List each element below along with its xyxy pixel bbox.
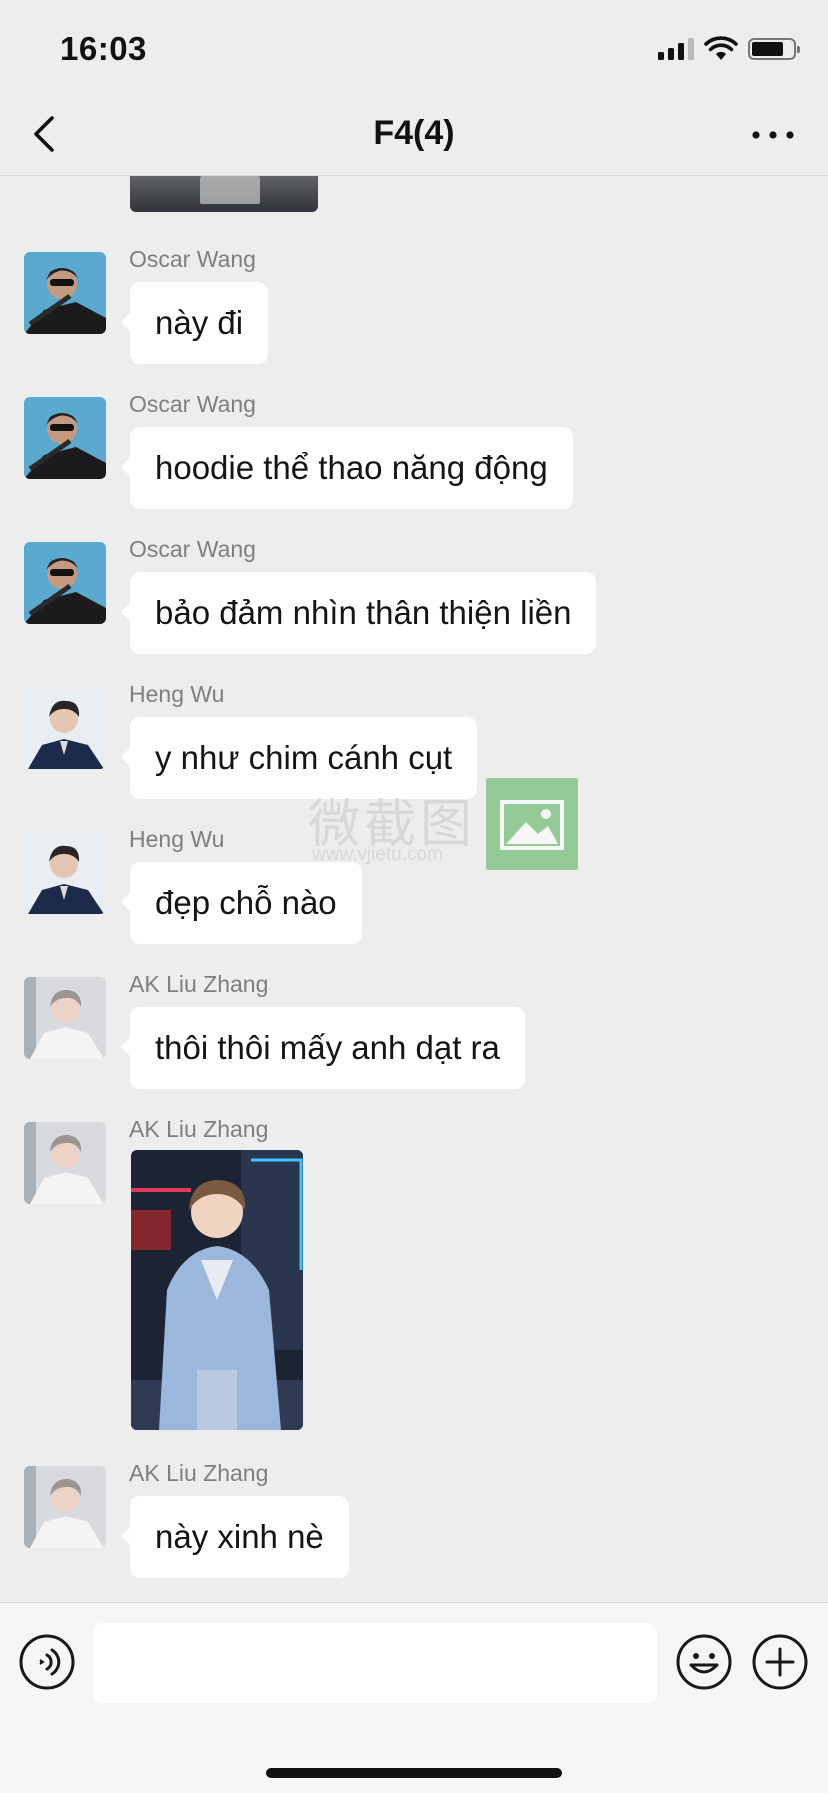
chat-title: F4(4) [373, 114, 455, 152]
message-input[interactable] [94, 1623, 657, 1703]
status-time: 16:03 [60, 30, 147, 67]
avatar[interactable] [24, 1122, 106, 1204]
status-bar: 16:03 [0, 0, 828, 100]
status-icons [658, 36, 800, 62]
message-bubble[interactable]: này đi [120, 282, 269, 364]
avatar[interactable] [24, 542, 106, 624]
image-message[interactable] [131, 1150, 303, 1430]
message-bubble[interactable]: này xinh nè [121, 1496, 349, 1578]
previous-image-message[interactable] [130, 176, 318, 212]
sender-name: AK Liu Zhang [129, 1460, 269, 1486]
avatar[interactable] [24, 1466, 106, 1548]
sender-name: Oscar Wang [129, 391, 256, 417]
signal-icon [658, 38, 694, 60]
message-bubble[interactable]: bảo đảm nhìn thân thiện liền [120, 572, 597, 654]
sender-name: Heng Wu [129, 681, 225, 707]
avatar[interactable] [24, 977, 106, 1059]
message-bubble[interactable]: hoodie thể thao năng động [121, 427, 573, 509]
emoji-icon[interactable] [675, 1633, 733, 1691]
sender-name: AK Liu Zhang [129, 971, 269, 997]
home-indicator [266, 1768, 562, 1778]
sender-name: Heng Wu [129, 826, 225, 852]
message-list[interactable]: Oscar Wang này đi Oscar Wang hoodie thể … [0, 176, 828, 1602]
voice-icon[interactable] [18, 1633, 76, 1691]
sender-name: Oscar Wang [129, 536, 256, 562]
sender-name: Oscar Wang [129, 246, 256, 272]
message-bubble[interactable]: đẹp chỗ nào [121, 862, 362, 944]
message-bubble[interactable]: thôi thôi mấy anh dạt ra [121, 1007, 525, 1089]
nav-bar: F4(4) [0, 100, 828, 176]
avatar[interactable] [24, 397, 106, 479]
input-bar [0, 1602, 828, 1793]
avatar[interactable] [24, 687, 106, 769]
avatar[interactable] [24, 252, 106, 334]
more-dots-icon[interactable] [748, 120, 798, 150]
avatar[interactable] [24, 832, 106, 914]
sender-name: AK Liu Zhang [129, 1116, 269, 1142]
wifi-icon [704, 36, 738, 60]
battery-icon [748, 38, 800, 60]
message-bubble[interactable]: y như chim cánh cụt [120, 717, 478, 799]
plus-icon[interactable] [751, 1633, 809, 1691]
